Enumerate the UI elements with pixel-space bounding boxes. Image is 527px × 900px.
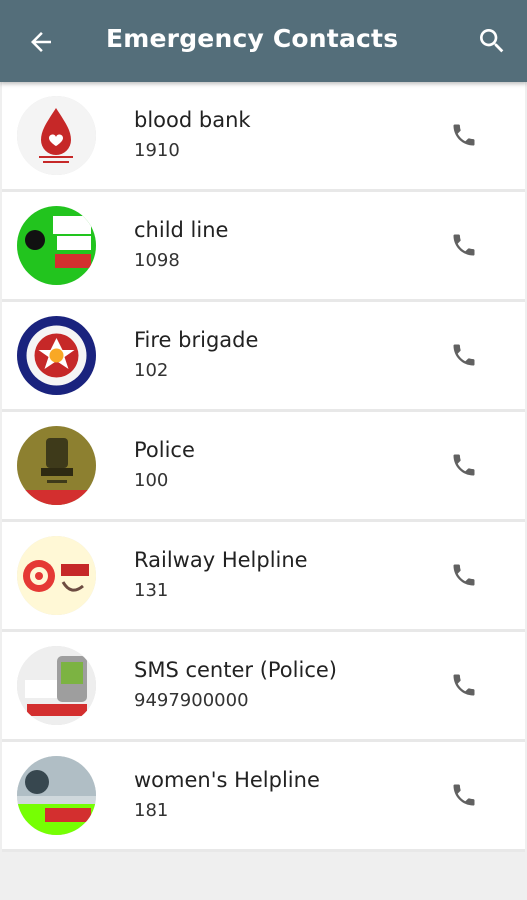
phone-icon[interactable] <box>450 781 478 809</box>
contact-row-fire-brigade[interactable]: Fire brigade 102 <box>2 302 525 412</box>
contact-number: 102 <box>134 360 169 381</box>
contact-row-police[interactable]: Police 100 <box>2 412 525 522</box>
app-bar: Emergency Contacts <box>0 0 527 82</box>
contact-number: 9497900000 <box>134 690 249 711</box>
contact-name: Fire brigade <box>134 328 259 352</box>
contact-name: Police <box>134 438 195 462</box>
child-line-logo-avatar <box>17 206 96 285</box>
police-emblem-avatar <box>17 426 96 505</box>
phone-icon[interactable] <box>450 561 478 589</box>
arrow-back-icon[interactable] <box>26 27 56 57</box>
page-title: Emergency Contacts <box>106 24 399 53</box>
phone-icon[interactable] <box>450 451 478 479</box>
contact-row-sms-center[interactable]: SMS center (Police) 9497900000 <box>2 632 525 742</box>
contact-name: Railway Helpline <box>134 548 308 572</box>
phone-icon[interactable] <box>450 231 478 259</box>
contact-name: child line <box>134 218 229 242</box>
railway-helpline-logo-avatar <box>17 536 96 615</box>
womens-helpline-logo-avatar <box>17 756 96 835</box>
phone-icon[interactable] <box>450 671 478 699</box>
contact-row-womens-helpline[interactable]: women's Helpline 181 <box>2 742 525 852</box>
contact-name: blood bank <box>134 108 251 132</box>
contact-row-blood-bank[interactable]: blood bank 1910 <box>2 82 525 192</box>
contact-row-child-line[interactable]: child line 1098 <box>2 192 525 302</box>
fire-brigade-badge-avatar <box>17 316 96 395</box>
contact-number: 1910 <box>134 140 180 161</box>
contact-name: women's Helpline <box>134 768 320 792</box>
sms-center-logo-avatar <box>17 646 96 725</box>
contact-number: 131 <box>134 580 169 601</box>
search-icon[interactable] <box>476 25 508 57</box>
contact-list: blood bank 1910 child line 1098 Fire bri… <box>2 82 525 852</box>
phone-icon[interactable] <box>450 341 478 369</box>
contact-number: 100 <box>134 470 169 491</box>
contact-name: SMS center (Police) <box>134 658 337 682</box>
blood-bank-logo-avatar <box>17 96 96 175</box>
contact-number: 1098 <box>134 250 180 271</box>
contact-number: 181 <box>134 800 169 821</box>
phone-icon[interactable] <box>450 121 478 149</box>
contact-row-railway-helpline[interactable]: Railway Helpline 131 <box>2 522 525 632</box>
